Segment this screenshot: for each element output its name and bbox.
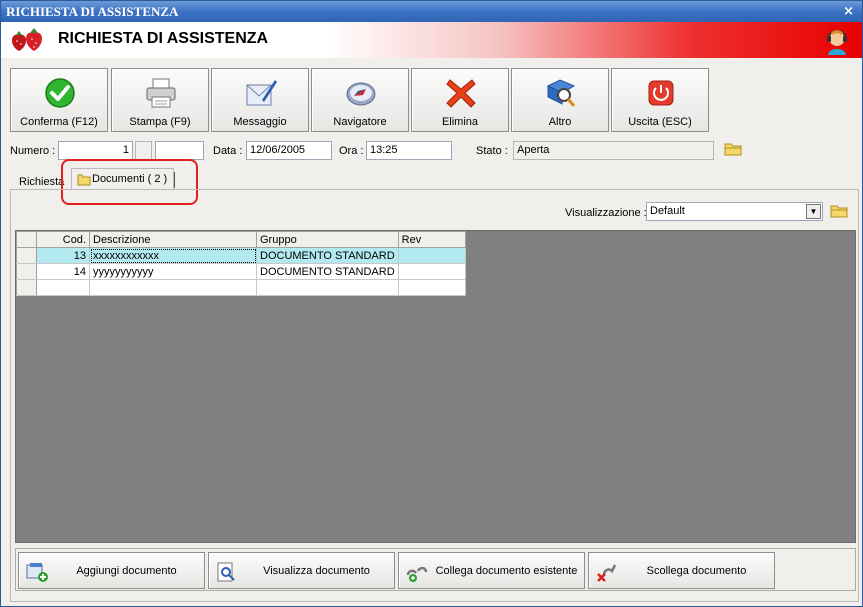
power-icon <box>648 80 674 106</box>
form-header: RICHIESTA DI ASSISTENZA <box>1 22 862 58</box>
add-document-button[interactable]: Aggiungi documento <box>18 552 205 589</box>
confirm-button-label: Conferma (F12) <box>20 116 98 128</box>
exit-button-label: Uscita (ESC) <box>628 116 692 128</box>
column-header-rev[interactable]: Rev <box>397 231 466 248</box>
cell-gruppo[interactable]: DOCUMENTO STANDARD <box>256 247 399 264</box>
view-label: Visualizzazione : <box>565 207 647 219</box>
message-icon <box>246 80 277 106</box>
numero-suffix-field[interactable] <box>155 141 204 160</box>
printer-icon <box>146 78 176 108</box>
numero-field[interactable]: 1 <box>58 141 133 160</box>
support-agent-icon[interactable] <box>822 25 852 55</box>
status-field: Aperta <box>513 141 714 160</box>
link-document-label: Collega documento esistente <box>435 565 578 577</box>
unlink-document-label: Scollega documento <box>646 565 747 577</box>
cell-gruppo[interactable]: DOCUMENTO STANDARD <box>256 263 399 280</box>
view-document-button[interactable]: Visualizza documento <box>208 552 395 589</box>
cell-gruppo[interactable] <box>256 279 399 296</box>
close-icon[interactable]: × <box>843 1 854 22</box>
table-row[interactable]: 13 xxxxxxxxxxxx DOCUMENTO STANDARD <box>16 247 466 264</box>
row-selector-header <box>16 231 37 248</box>
column-header-cod[interactable]: Cod. <box>36 231 90 248</box>
link-document-button[interactable]: Collega documento esistente <box>398 552 585 589</box>
numero-label: Numero : <box>10 145 56 157</box>
more-button-label: Altro <box>548 116 572 128</box>
window-title: RICHIESTA DI ASSISTENZA <box>6 4 179 19</box>
cell-descrizione[interactable]: yyyyyyyyyyy <box>89 263 257 280</box>
time-field[interactable]: 13:25 <box>366 141 452 160</box>
print-button-label: Stampa (F9) <box>129 116 191 128</box>
cell-rev[interactable] <box>397 247 466 264</box>
confirm-button[interactable]: Conferma (F12) <box>10 68 108 132</box>
cell-descrizione[interactable]: xxxxxxxxxxxx <box>89 247 257 264</box>
more-button[interactable]: Altro <box>511 68 609 132</box>
delete-button-label: Elimina <box>441 116 479 128</box>
book-search-icon <box>546 79 576 107</box>
compass-icon <box>346 82 376 106</box>
add-document-label: Aggiungi documento <box>76 565 177 577</box>
delete-button[interactable]: Elimina <box>411 68 509 132</box>
stato-label: Stato : <box>476 145 508 157</box>
cell-cod[interactable]: 13 <box>36 247 90 264</box>
exit-button[interactable]: Uscita (ESC) <box>611 68 709 132</box>
view-select[interactable]: Default ▼ <box>646 202 823 221</box>
tab-strip-line <box>10 189 859 190</box>
navigator-button-label: Navigatore <box>333 116 387 128</box>
assistance-request-window: RICHIESTA DI ASSISTENZA × RICHIESTA DI A… <box>0 0 863 607</box>
cell-cod[interactable]: 14 <box>36 263 90 280</box>
unlink-document-icon <box>597 564 617 582</box>
date-field[interactable]: 12/06/2005 <box>246 141 332 160</box>
column-header-descrizione[interactable]: Descrizione <box>89 231 257 248</box>
ora-label: Ora : <box>339 145 364 157</box>
view-document-label: Visualizza documento <box>263 565 370 577</box>
tab-richiesta[interactable]: Richiesta <box>19 176 64 188</box>
row-selector[interactable] <box>16 247 37 264</box>
data-label: Data : <box>213 145 243 157</box>
table-row-empty[interactable] <box>16 279 466 296</box>
unlink-document-button[interactable]: Scollega documento <box>588 552 775 589</box>
message-button-label: Messaggio <box>233 116 287 128</box>
link-document-icon <box>406 566 428 582</box>
document-actions-bar: Aggiungi documento Visualizza documento … <box>15 548 856 591</box>
delete-x-icon <box>446 79 476 108</box>
folder-icon[interactable] <box>829 202 849 220</box>
view-document-icon <box>217 562 235 582</box>
form-title: RICHIESTA DI ASSISTENZA <box>58 30 269 47</box>
column-header-gruppo[interactable]: Gruppo <box>256 231 399 248</box>
window-titlebar[interactable]: RICHIESTA DI ASSISTENZA × <box>1 1 862 22</box>
chevron-down-icon[interactable]: ▼ <box>806 204 821 219</box>
strawberry-logo-icon <box>11 28 42 51</box>
checkmark-icon <box>45 78 75 108</box>
cell-rev[interactable] <box>397 279 466 296</box>
row-selector[interactable] <box>16 263 37 280</box>
documents-table: Cod. Descrizione Gruppo Rev 13 xxxxxxxxx… <box>16 231 466 296</box>
folder-icon[interactable] <box>723 140 743 158</box>
print-button[interactable]: Stampa (F9) <box>111 68 209 132</box>
table-header-row: Cod. Descrizione Gruppo Rev <box>16 231 466 248</box>
cell-rev[interactable] <box>397 263 466 280</box>
documents-grid-area: Cod. Descrizione Gruppo Rev 13 xxxxxxxxx… <box>15 230 856 543</box>
navigator-button[interactable]: Navigatore <box>311 68 409 132</box>
row-selector[interactable] <box>16 279 37 296</box>
message-button[interactable]: Messaggio <box>211 68 309 132</box>
cell-descrizione[interactable] <box>89 279 257 296</box>
add-document-icon <box>26 563 48 582</box>
view-select-value: Default <box>650 205 685 217</box>
cell-cod[interactable] <box>36 279 90 296</box>
table-row[interactable]: 14 yyyyyyyyyyy DOCUMENTO STANDARD <box>16 263 466 280</box>
numero-lookup-button[interactable] <box>135 141 152 160</box>
